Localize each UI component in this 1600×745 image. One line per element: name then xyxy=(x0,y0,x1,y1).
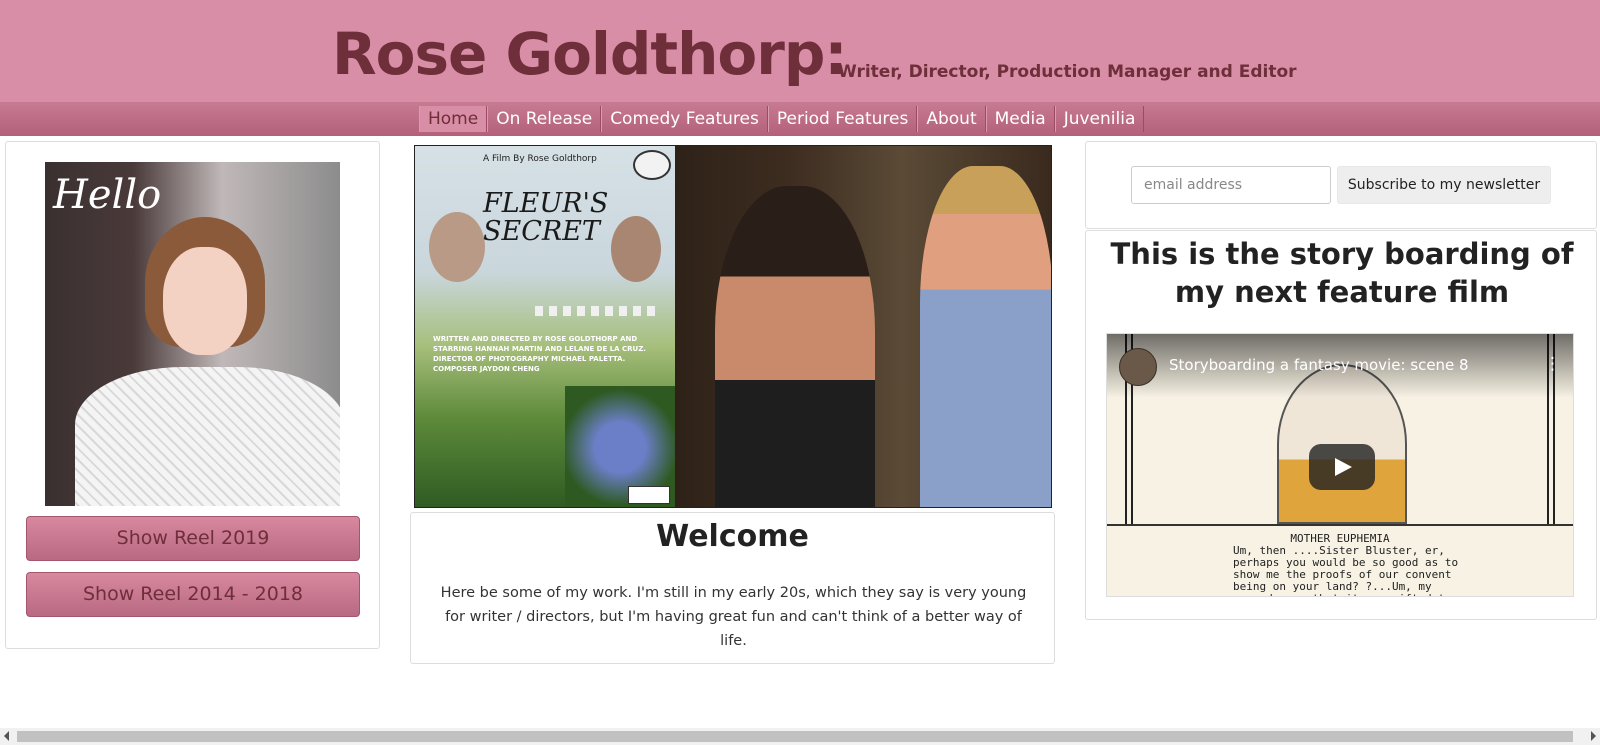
script-dialogue: Um, then ....Sister Bluster, er, perhaps… xyxy=(1233,544,1459,597)
show-reel-2019-button[interactable]: Show Reel 2019 xyxy=(26,516,360,561)
scrollbar-thumb[interactable] xyxy=(17,731,1573,742)
main-navbar: Home On Release Comedy Features Period F… xyxy=(0,102,1600,136)
scroll-right-arrow-icon[interactable] xyxy=(1591,731,1596,741)
kebab-menu-icon[interactable]: ⋮ xyxy=(1544,354,1561,374)
still-actress xyxy=(715,186,875,507)
poster-title: FLEUR'S SECRET xyxy=(483,188,609,247)
profile-panel: Hello Show Reel 2019 Show Reel 2014 - 20… xyxy=(5,141,380,649)
photo-blouse xyxy=(75,367,340,506)
email-input[interactable] xyxy=(1131,166,1331,204)
play-button[interactable] xyxy=(1309,444,1375,490)
film-poster: A Film By Rose Goldthorp FLEUR'S SECRET … xyxy=(415,146,675,507)
nav-item-juvenilia[interactable]: Juvenilia xyxy=(1054,106,1145,132)
photo-hello-text: Hello xyxy=(53,172,162,218)
subscribe-button[interactable]: Subscribe to my newsletter xyxy=(1337,166,1551,204)
profile-photo: Hello xyxy=(45,162,340,506)
nav-item-period-features[interactable]: Period Features xyxy=(767,106,918,132)
poster-sheep xyxy=(535,306,655,316)
nav-item-about[interactable]: About xyxy=(917,106,986,132)
nav-item-on-release[interactable]: On Release xyxy=(487,106,602,132)
poster-face-left xyxy=(429,212,485,282)
video-title[interactable]: Storyboarding a fantasy movie: scene 8 xyxy=(1169,356,1469,374)
nav-item-comedy-features[interactable]: Comedy Features xyxy=(601,106,768,132)
scroll-left-arrow-icon[interactable] xyxy=(4,731,9,741)
horizontal-scrollbar[interactable] xyxy=(0,728,1600,745)
film-still xyxy=(675,146,1051,507)
welcome-title: Welcome xyxy=(656,519,809,554)
site-header: Rose Goldthorp: Writer, Director, Produc… xyxy=(0,0,1600,102)
channel-avatar-icon[interactable] xyxy=(1119,348,1157,386)
nav-list: Home On Release Comedy Features Period F… xyxy=(419,106,1145,132)
still-actor xyxy=(920,166,1051,507)
welcome-panel: Welcome Here be some of my work. I'm sti… xyxy=(410,512,1055,664)
nav-item-home[interactable]: Home xyxy=(419,106,488,132)
photo-face xyxy=(163,247,247,355)
site-title: Rose Goldthorp: xyxy=(332,20,848,88)
storyboard-panel: This is the story boarding of my next fe… xyxy=(1085,230,1597,620)
rating-badge-icon xyxy=(628,486,670,504)
nav-item-media[interactable]: Media xyxy=(985,106,1055,132)
play-icon xyxy=(1335,458,1352,476)
welcome-text: Here be some of my work. I'm still in my… xyxy=(440,585,1027,649)
newsletter-panel: Subscribe to my newsletter xyxy=(1085,141,1597,229)
poster-credit: A Film By Rose Goldthorp xyxy=(483,154,597,164)
poster-credits-text: WRITTEN AND DIRECTED BY ROSE GOLDTHORP A… xyxy=(433,335,646,373)
site-subtitle: Writer, Director, Production Manager and… xyxy=(838,62,1297,82)
storyboard-heading: This is the story boarding of my next fe… xyxy=(1110,237,1574,309)
storyboard-divider xyxy=(1107,524,1573,526)
laurel-badge-icon xyxy=(633,150,671,180)
hero-image: A Film By Rose Goldthorp FLEUR'S SECRET … xyxy=(414,145,1052,508)
youtube-video-embed[interactable]: MOTHER EUPHEMIA Um, then ....Sister Blus… xyxy=(1106,333,1574,597)
show-reel-2014-2018-button[interactable]: Show Reel 2014 - 2018 xyxy=(26,572,360,617)
